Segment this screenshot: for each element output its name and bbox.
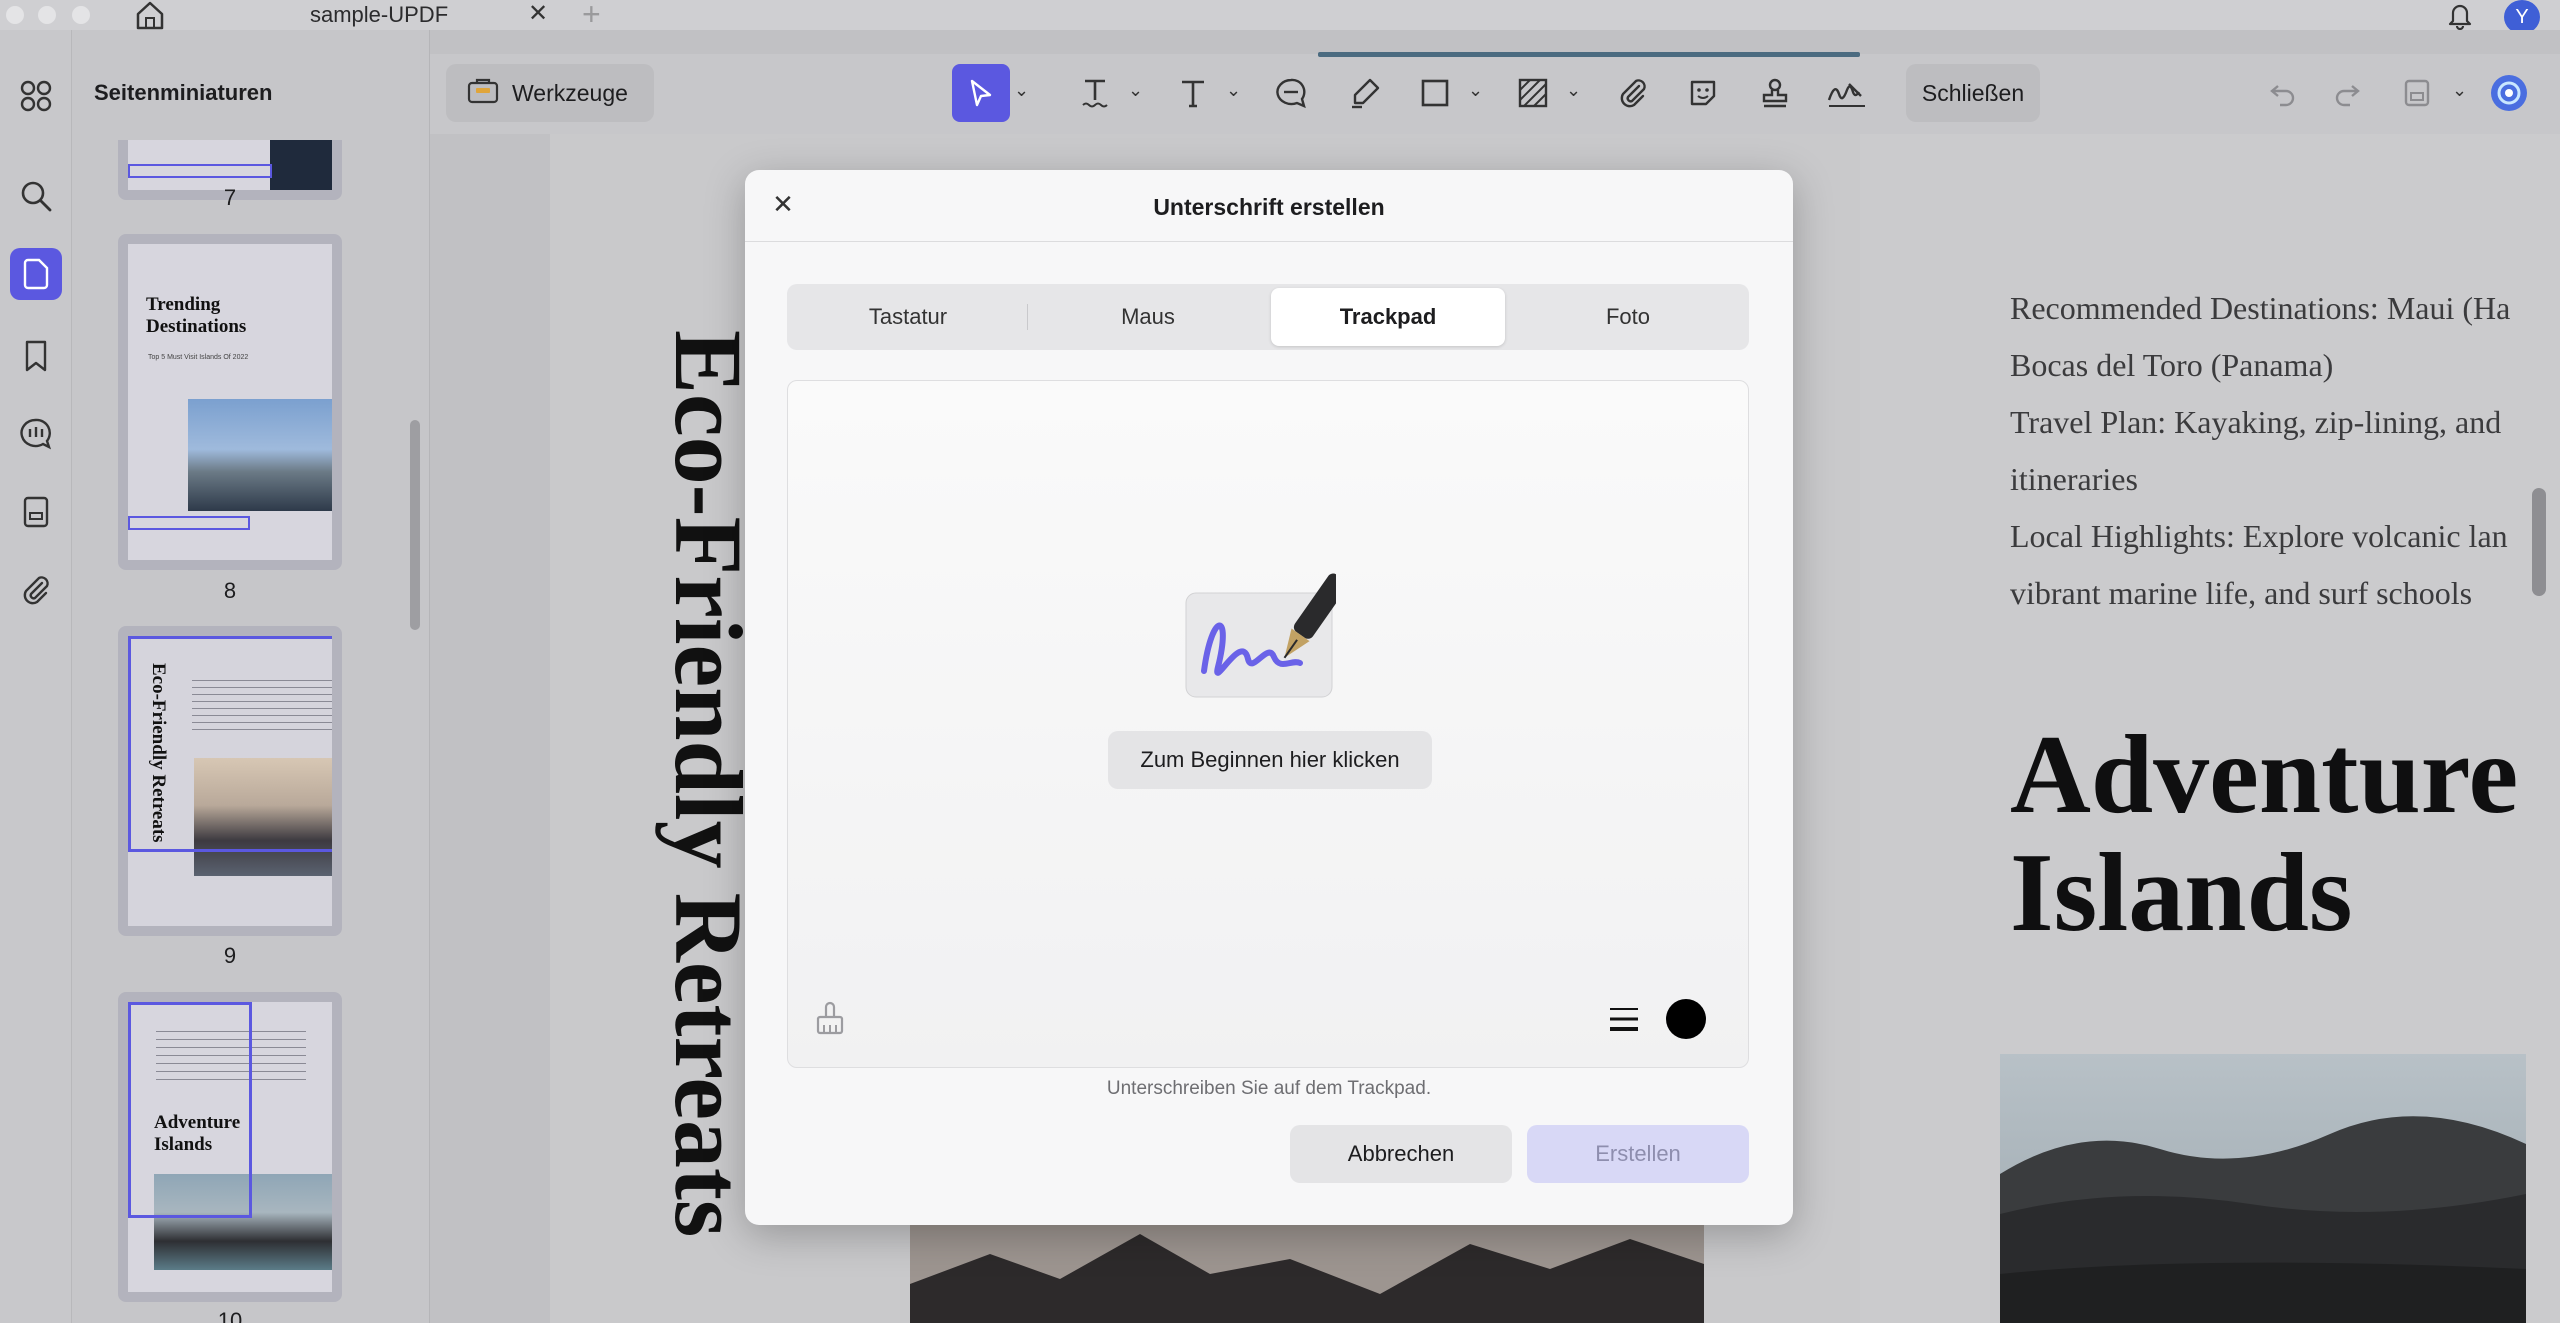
chevron-down-icon[interactable]: ⌄	[1014, 80, 1029, 101]
area-hatch-icon[interactable]	[1510, 70, 1556, 116]
stroke-width-icon[interactable]	[1606, 1001, 1642, 1037]
text-underline-icon[interactable]	[1072, 70, 1118, 116]
comment-list-icon[interactable]	[10, 408, 62, 460]
panel-title: Seitenminiaturen	[94, 80, 273, 105]
window-close-control[interactable]	[6, 6, 24, 24]
bell-icon[interactable]	[2442, 0, 2478, 30]
close-edit-mode-button[interactable]: Schließen	[1906, 64, 2040, 122]
signature-icon[interactable]	[1824, 70, 1870, 116]
new-tab-button[interactable]: +	[582, 0, 601, 33]
create-signature-dialog: ✕ Unterschrift erstellen Tastatur Maus T…	[745, 170, 1793, 1225]
grid-icon[interactable]	[10, 70, 62, 122]
page-thumbnail-9[interactable]: Eco-Friendly Retreats	[118, 626, 342, 936]
window-minimize-control[interactable]	[38, 6, 56, 24]
document-scrollbar[interactable]	[2532, 488, 2546, 596]
ai-assistant-icon[interactable]	[2486, 70, 2532, 116]
body-text-line: itineraries	[2010, 461, 2138, 497]
top-toolbar	[430, 54, 2560, 134]
paperclip-icon[interactable]	[1610, 70, 1656, 116]
tab-trackpad[interactable]: Trackpad	[1271, 288, 1505, 346]
tab-mouse[interactable]: Maus	[1031, 288, 1265, 346]
pen-color-picker[interactable]	[1666, 999, 1706, 1039]
left-tool-rail	[0, 30, 72, 1323]
rectangle-shape-icon[interactable]	[1412, 70, 1458, 116]
thumbnail-title: Trending Destinations	[146, 294, 247, 337]
create-button[interactable]: Erstellen	[1527, 1125, 1749, 1183]
comment-icon[interactable]	[1268, 70, 1314, 116]
sticker-icon[interactable]	[1680, 70, 1726, 116]
heading-line-2: Islands	[2010, 831, 2353, 955]
cancel-button[interactable]: Abbrechen	[1290, 1125, 1512, 1183]
undo-icon[interactable]	[2260, 70, 2306, 116]
document-tab[interactable]: sample-UPDF ✕	[222, 0, 562, 30]
thumbnail-subtitle: Top 5 Must Visit Islands Of 2022	[148, 354, 249, 361]
page-number: 8	[223, 578, 237, 603]
tools-label: Werkzeuge	[512, 79, 628, 106]
body-text-line: Local Highlights: Explore volcanic lan	[2010, 518, 2508, 554]
page-number: 7	[223, 185, 237, 210]
dialog-title: Unterschrift erstellen	[1153, 194, 1385, 220]
body-text-line: Travel Plan: Kayaking, zip-lining, and	[2010, 404, 2502, 440]
title-bar: sample-UPDF ✕ + Y	[0, 0, 2560, 34]
tab-divider	[1027, 304, 1028, 330]
viewport-indicator	[128, 164, 272, 178]
home-icon[interactable]	[132, 0, 168, 30]
viewport-indicator	[128, 636, 332, 852]
thumbnail-photo	[188, 399, 332, 511]
save-icon[interactable]	[2394, 70, 2440, 116]
text-tool-icon[interactable]	[1170, 70, 1216, 116]
search-icon[interactable]	[10, 170, 62, 222]
body-text-line: Recommended Destinations: Maui (Ha	[2010, 290, 2511, 326]
stamp-icon[interactable]	[1752, 70, 1798, 116]
document-photo-rocks	[910, 1224, 1704, 1323]
body-text-line: Bocas del Toro (Panama)	[2010, 347, 2334, 383]
page-vertical-title: Eco-Friendly Retreats	[655, 330, 762, 1323]
highlighter-icon[interactable]	[1342, 70, 1388, 116]
thumbnails-panel: Seitenminiaturen 7 Trending Destinations…	[72, 30, 430, 1323]
heading-line-1: Adventure	[2010, 713, 2519, 837]
document-photo-coast	[2000, 1054, 2526, 1323]
tools-button[interactable]: Werkzeuge	[446, 64, 654, 122]
tab-keyboard[interactable]: Tastatur	[791, 288, 1025, 346]
dialog-header: ✕ Unterschrift erstellen	[745, 170, 1793, 242]
signature-pen-icon	[1182, 571, 1348, 701]
page-thumbnails-icon[interactable]	[10, 248, 62, 300]
body-text-line: vibrant marine life, and surf schools	[2010, 575, 2473, 611]
loading-indicator	[1318, 52, 1860, 57]
attachment-icon[interactable]	[10, 564, 62, 616]
start-drawing-button[interactable]: Zum Beginnen hier klicken	[1108, 731, 1432, 789]
thumbnails-scrollbar[interactable]	[410, 420, 420, 630]
page-thumbnail-8[interactable]: Trending Destinations Top 5 Must Visit I…	[118, 234, 342, 570]
viewport-indicator	[128, 1002, 252, 1218]
avatar[interactable]: Y	[2504, 0, 2540, 34]
signature-drawing-area[interactable]: Zum Beginnen hier klicken	[787, 380, 1749, 1068]
tab-close-icon[interactable]: ✕	[528, 0, 548, 28]
viewport-indicator	[128, 516, 250, 530]
page-thumbnail-10[interactable]: Adventure Islands	[118, 992, 342, 1302]
trackpad-hint: Unterschreiben Sie auf dem Trackpad.	[1106, 1078, 1432, 1099]
page-number: 9	[223, 943, 237, 968]
chevron-down-icon[interactable]: ⌄	[1468, 80, 1483, 101]
select-cursor-icon[interactable]	[952, 64, 1010, 122]
window-zoom-control[interactable]	[72, 6, 90, 24]
chevron-down-icon[interactable]: ⌄	[2452, 80, 2467, 101]
bookmark-icon[interactable]	[10, 330, 62, 382]
chevron-down-icon[interactable]: ⌄	[1128, 80, 1143, 101]
tab-title: sample-UPDF	[310, 2, 449, 27]
chevron-down-icon[interactable]: ⌄	[1226, 80, 1241, 101]
tab-photo[interactable]: Foto	[1511, 288, 1745, 346]
redo-icon[interactable]	[2324, 70, 2370, 116]
eraser-icon[interactable]	[810, 999, 850, 1039]
input-method-tabs: Tastatur Maus Trackpad Foto	[787, 284, 1749, 350]
form-fields-icon[interactable]	[10, 486, 62, 538]
page-heading: Adventure Islands	[2010, 716, 2518, 952]
toolbox-icon	[466, 75, 500, 111]
page-number: 10	[217, 1308, 243, 1323]
chevron-down-icon[interactable]: ⌄	[1566, 80, 1581, 101]
